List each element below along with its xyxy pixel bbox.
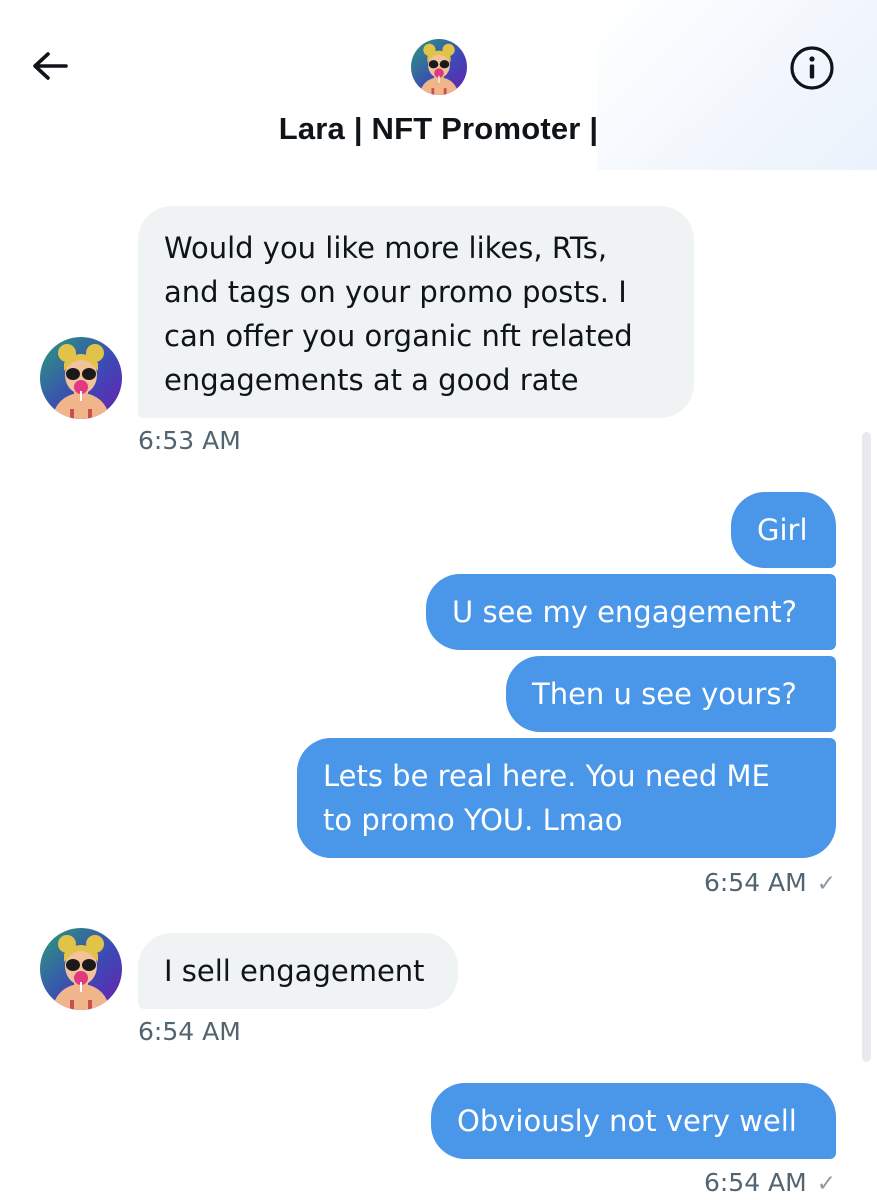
sender-avatar[interactable] xyxy=(40,928,122,1010)
message-timestamp: 6:54 AM ✓ xyxy=(556,868,836,897)
read-check-icon: ✓ xyxy=(816,871,836,897)
info-button[interactable] xyxy=(788,44,836,92)
message-line: Obviously not very well xyxy=(457,1104,797,1138)
message-bubble-incoming[interactable]: I sell engagement xyxy=(138,933,458,1009)
avatar-image xyxy=(40,337,122,419)
message-timestamp: 6:54 AM ✓ xyxy=(556,1168,836,1197)
message-line: I sell engagement xyxy=(164,954,425,988)
message-bubble-outgoing[interactable]: Lets be real here. You need ME to promo … xyxy=(297,738,836,858)
message-timestamp: 6:54 AM xyxy=(138,1017,241,1046)
message-bubble-outgoing[interactable]: Then u see yours? xyxy=(506,656,836,732)
message-timestamp: 6:53 AM xyxy=(138,426,241,455)
message-line: Would you like more likes, RTs, xyxy=(164,231,608,265)
message-line: can offer you organic nft related xyxy=(164,319,633,353)
message-line: to promo YOU. Lmao xyxy=(323,803,623,837)
message-bubble-outgoing[interactable]: U see my engagement? xyxy=(426,574,836,650)
message-bubble-incoming[interactable]: Would you like more likes, RTs, and tags… xyxy=(138,206,694,418)
message-line: Girl xyxy=(757,513,808,547)
back-button[interactable] xyxy=(28,46,72,90)
timestamp-text: 6:54 AM xyxy=(703,1168,807,1197)
message-bubble-outgoing[interactable]: Obviously not very well xyxy=(431,1083,836,1159)
scrollbar[interactable] xyxy=(862,432,871,1062)
arrow-left-icon xyxy=(33,52,68,80)
avatar-image xyxy=(411,39,467,95)
message-line: U see my engagement? xyxy=(452,595,797,629)
conversation-title: Lara | NFT Promoter | xyxy=(278,111,599,146)
contact-avatar[interactable] xyxy=(411,39,467,95)
avatar-image xyxy=(40,928,122,1010)
message-line: Lets be real here. You need ME xyxy=(323,759,770,793)
message-line: engagements at a good rate xyxy=(164,363,579,397)
sender-avatar[interactable] xyxy=(40,337,122,419)
message-line: and tags on your promo posts. I xyxy=(164,275,627,309)
message-bubble-outgoing[interactable]: Girl xyxy=(731,492,836,568)
info-circle-icon xyxy=(790,46,834,90)
read-check-icon: ✓ xyxy=(816,1171,836,1197)
timestamp-text: 6:54 AM xyxy=(703,868,807,897)
message-line: Then u see yours? xyxy=(532,677,797,711)
